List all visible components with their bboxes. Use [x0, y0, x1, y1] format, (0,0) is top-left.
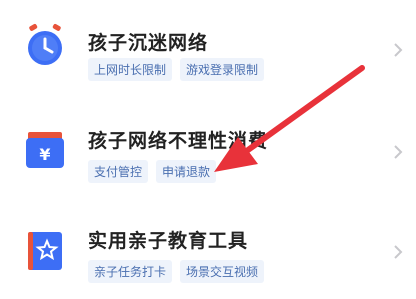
row-irrational-spending[interactable]: ¥ 孩子网络不理性消费 支付管控 申请退款: [0, 100, 416, 196]
chevron-right-icon: [394, 43, 403, 57]
alarm-clock-icon: [28, 23, 62, 65]
svg-text:¥: ¥: [39, 145, 50, 164]
row-internet-addiction[interactable]: 孩子沉迷网络 上网时长限制 游戏登录限制: [0, 0, 416, 96]
tag-game-login-limit[interactable]: 游戏登录限制: [180, 58, 265, 81]
yen-wallet-icon: ¥: [26, 132, 64, 168]
chevron-right-icon: [394, 145, 403, 159]
tag-payment-control[interactable]: 支付管控: [88, 160, 149, 183]
row-parenting-tools[interactable]: 实用亲子教育工具 亲子任务打卡 场景交互视频: [0, 200, 416, 296]
tag-refund-request[interactable]: 申请退款: [156, 160, 217, 183]
tag-scene-interaction-video[interactable]: 场景交互视频: [180, 260, 265, 283]
row-title: 孩子网络不理性消费: [88, 130, 269, 152]
row-title: 实用亲子教育工具: [88, 230, 249, 252]
tag-parent-child-tasks[interactable]: 亲子任务打卡: [88, 260, 173, 283]
menu-card: 孩子沉迷网络 上网时长限制 游戏登录限制 ¥ 孩子网络不理性消费 支付管控 申请…: [0, 0, 416, 299]
chevron-right-icon: [394, 245, 403, 259]
star-book-icon: [28, 232, 62, 270]
row-title: 孩子沉迷网络: [88, 32, 209, 54]
tag-time-limit[interactable]: 上网时长限制: [88, 58, 173, 81]
